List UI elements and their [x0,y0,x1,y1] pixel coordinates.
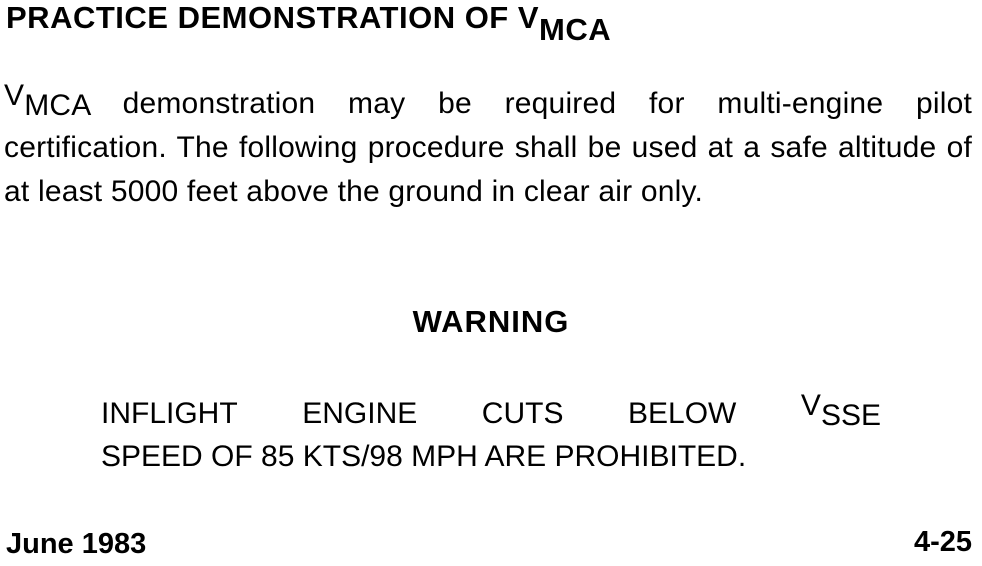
footer-page-number: 4-25 [913,526,972,558]
warning-word: INFLIGHT [101,397,238,430]
v-subscript: MCA [24,89,90,122]
v-symbol: V [4,79,25,112]
v-symbol: V [800,389,821,422]
warning-vsse: VSSE [800,389,881,435]
page-heading: PRACTICE DEMONSTRATION OF VMCA [6,0,611,47]
warning-title: WARNING [412,304,570,339]
heading-subscript: MCA [539,12,612,47]
heading-text: PRACTICE DEMONSTRATION OF V [6,0,540,35]
paragraph-text: demonstration may be required for multi-… [4,87,972,208]
v-subscript: SSE [820,399,881,432]
warning-line-1: INFLIGHT ENGINE CUTS BELOW VSSE [101,389,881,435]
procedure-paragraph: VMCA demonstration may be required for m… [4,79,972,214]
warning-word: CUTS [481,397,564,430]
warning-word: BELOW [628,397,737,430]
footer-date: June 1983 [6,528,147,560]
warning-word: ENGINE [302,397,418,430]
warning-message: INFLIGHT ENGINE CUTS BELOW VSSE SPEED OF… [101,389,881,478]
warning-line-2: SPEED OF 85 KTS/98 MPH ARE PROHIBITED. [101,440,747,473]
